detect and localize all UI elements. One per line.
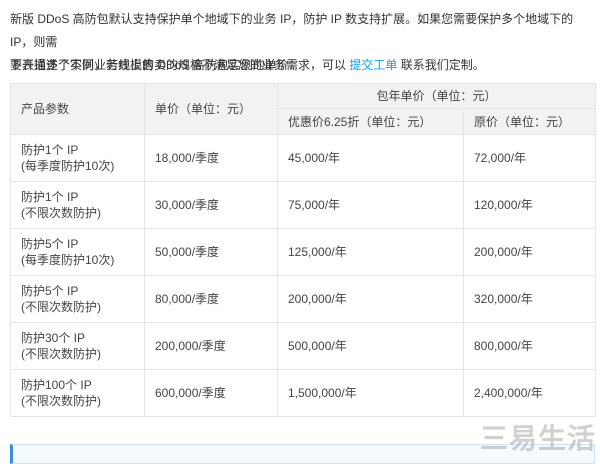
header-discount-price: 优惠价6.25折（单位：元） bbox=[277, 108, 464, 135]
header-annual-price: 包年单价（单位：元） bbox=[276, 83, 597, 109]
intro-line1: 新版 DDoS 高防包默认支持保护单个地域下的业务 IP，防护 IP 数支持扩展… bbox=[10, 12, 574, 49]
watermark: 三易生活 bbox=[479, 422, 596, 455]
unit-price-cell: 18,000/季度 bbox=[144, 134, 278, 182]
product-param-cell: 防护30个 IP (不限次数防护) bbox=[10, 322, 145, 370]
header-unit-price: 单价（单位：元） bbox=[144, 83, 278, 135]
discount-price-cell: 500,000/年 bbox=[277, 322, 464, 370]
discount-price-cell: 125,000/年 bbox=[277, 228, 464, 276]
unit-price-cell: 30,000/季度 bbox=[144, 181, 278, 229]
table-row: 防护5个 IP (每季度防护10次) 50,000/季度 125,000/年 20… bbox=[10, 228, 597, 276]
product-param-cell: 防护5个 IP (不限次数防护) bbox=[10, 275, 145, 323]
original-price-cell: 200,000/年 bbox=[462, 228, 597, 276]
discount-price-cell: 45,000/年 bbox=[277, 134, 464, 182]
header-original-price: 原价（单位：元） bbox=[462, 108, 597, 135]
table-row: 防护100个 IP (不限次数防护) 600,000/季度 1,500,000/年… bbox=[10, 369, 597, 417]
table-row: 防护1个 IP (不限次数防护) 30,000/季度 75,000/年 120,0… bbox=[10, 181, 597, 229]
product-param-cell: 防护1个 IP (每季度防护10次) bbox=[10, 134, 145, 182]
table-row: 防护30个 IP (不限次数防护) 200,000/季度 500,000/年 80… bbox=[10, 322, 597, 370]
pricing-table: 产品参数 单价（单位：元） 包年单价（单位：元） 优惠价6.25折（单位：元） … bbox=[10, 83, 597, 417]
table-row: 防护1个 IP (每季度防护10次) 18,000/季度 45,000/年 72,… bbox=[10, 134, 597, 182]
product-param-cell: 防护5个 IP (每季度防护10次) bbox=[10, 228, 145, 276]
unit-price-cell: 600,000/季度 bbox=[144, 369, 278, 417]
original-price-cell: 800,000/年 bbox=[462, 322, 597, 370]
unit-price-cell: 200,000/季度 bbox=[144, 322, 278, 370]
discount-price-cell: 200,000/年 bbox=[277, 275, 464, 323]
original-price-cell: 72,000/年 bbox=[462, 134, 597, 182]
unit-price-cell: 50,000/季度 bbox=[144, 228, 278, 276]
product-param-cell: 防护1个 IP (不限次数防护) bbox=[10, 181, 145, 229]
product-param-cell: 防护100个 IP (不限次数防护) bbox=[10, 369, 145, 417]
original-price-cell: 320,000/年 bbox=[462, 275, 597, 323]
header-product-param: 产品参数 bbox=[10, 83, 145, 135]
intro-line2-after: 联系我们定制。 bbox=[397, 58, 485, 72]
original-price-cell: 2,400,000/年 bbox=[462, 369, 597, 417]
unit-price-cell: 80,000/季度 bbox=[144, 275, 278, 323]
table-caption: 下表描述了不同业务规模的 DDoS 高防包实例的单价： bbox=[10, 58, 301, 72]
submit-ticket-link[interactable]: 提交工单 bbox=[349, 58, 397, 72]
table-row: 防护5个 IP (不限次数防护) 80,000/季度 200,000/年 320,… bbox=[10, 275, 597, 323]
discount-price-cell: 75,000/年 bbox=[277, 181, 464, 229]
discount-price-cell: 1,500,000/年 bbox=[277, 369, 464, 417]
original-price-cell: 120,000/年 bbox=[462, 181, 597, 229]
